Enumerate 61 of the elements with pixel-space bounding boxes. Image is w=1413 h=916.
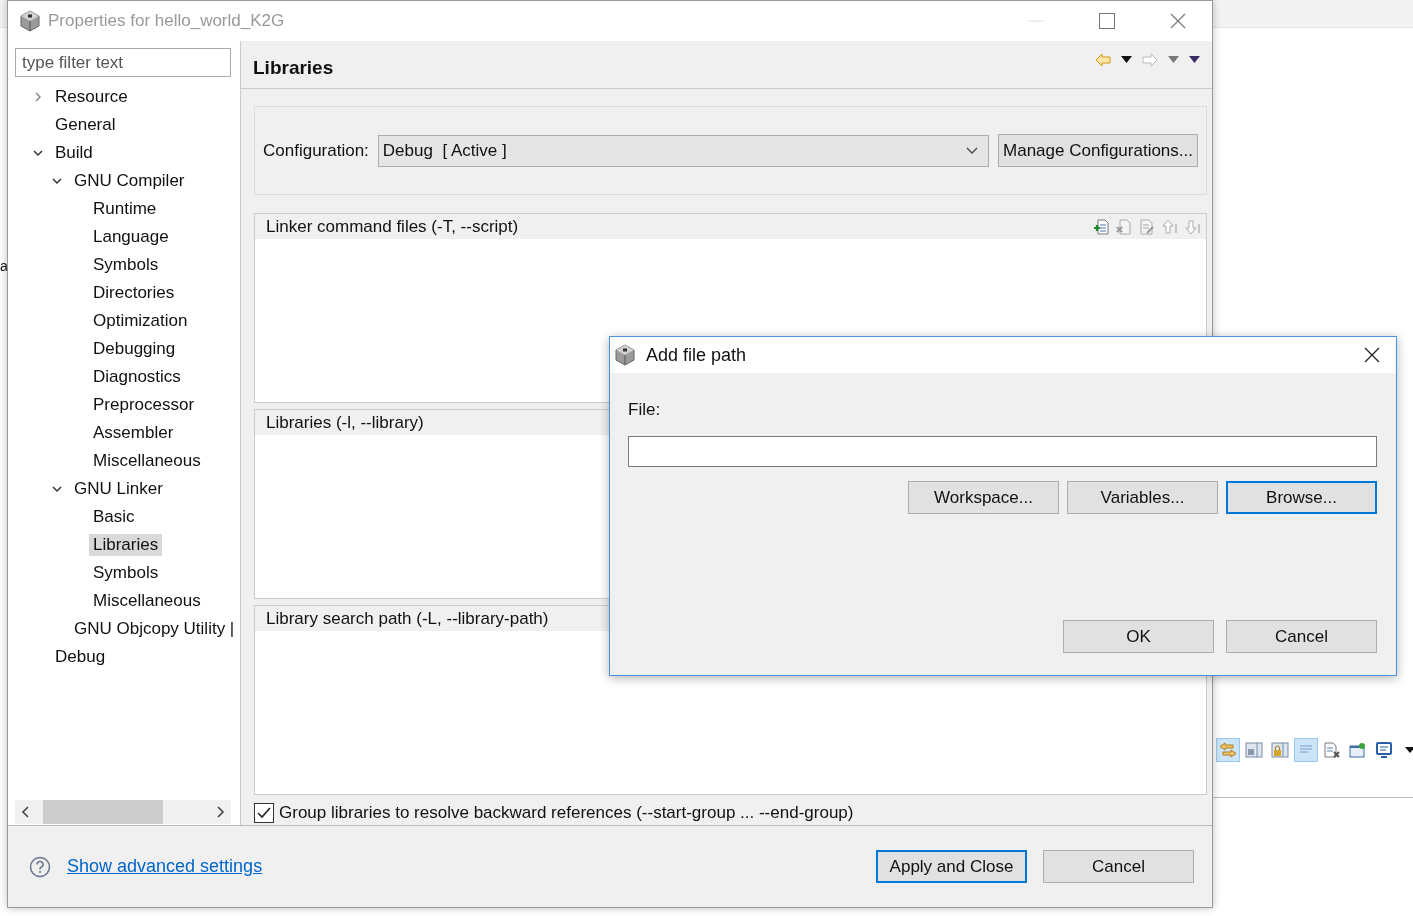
advanced-settings-link[interactable]: Show advanced settings (67, 856, 263, 877)
configuration-dropdown[interactable]: Debug [ Active ] (377, 134, 990, 167)
scroll-left-icon[interactable] (21, 806, 31, 818)
cancel-button[interactable]: Cancel (1043, 850, 1194, 883)
page-title: Libraries (253, 56, 334, 79)
checkbox[interactable] (254, 803, 274, 823)
add-file-icon[interactable] (1093, 218, 1109, 235)
tree-item[interactable]: GNU Linker (70, 478, 167, 500)
chevron-down-icon[interactable] (51, 483, 63, 495)
tree-item[interactable]: Libraries (89, 534, 163, 556)
configuration-label: Configuration: (263, 140, 369, 161)
tree-item[interactable]: Build (51, 142, 97, 164)
tree-item[interactable]: Language (89, 226, 173, 248)
tree-item[interactable]: GNU Compiler (70, 170, 189, 192)
tree-item[interactable]: Debugging (89, 338, 180, 360)
browse-button[interactable]: Variables... (1067, 481, 1218, 514)
chevron-down-icon[interactable] (32, 147, 44, 159)
tree-item[interactable]: Assembler (89, 422, 178, 444)
help-icon[interactable] (29, 855, 51, 878)
dropdown-icon[interactable] (1121, 56, 1132, 63)
cancel-button[interactable]: Cancel (1226, 620, 1377, 653)
tree-item[interactable]: Resource (51, 86, 132, 108)
dialog-title: Add file path (646, 344, 747, 366)
tree-item[interactable]: Optimization (89, 310, 192, 332)
horizontal-scrollbar[interactable] (15, 800, 231, 824)
maximize-icon[interactable] (1099, 13, 1115, 29)
chevron-down-icon[interactable] (966, 146, 979, 155)
tree-item[interactable]: GNU Objcopy Utility | (70, 618, 239, 640)
tree-item[interactable]: Symbols (89, 562, 163, 584)
tree-item[interactable]: Symbols (89, 254, 163, 276)
tree-item[interactable]: Debug (51, 646, 110, 668)
manage-configurations-button[interactable]: Manage Configurations... (998, 134, 1198, 167)
cube-icon (19, 10, 41, 32)
browse-button[interactable]: Browse... (1226, 481, 1377, 514)
section-title: Libraries (-l, --library) (266, 412, 424, 433)
file-input-field[interactable] (628, 436, 1377, 467)
chevron-right-icon[interactable] (32, 91, 44, 103)
ok-button[interactable]: OK (1063, 620, 1214, 653)
cube-icon (614, 344, 636, 366)
tree-item[interactable]: Miscellaneous (89, 450, 205, 472)
close-icon[interactable] (1364, 347, 1380, 363)
tree-item[interactable]: Basic (89, 506, 139, 528)
tree-item[interactable]: Runtime (89, 198, 161, 220)
tree-item[interactable]: General (51, 114, 120, 136)
tree-item[interactable]: Miscellaneous (89, 590, 205, 612)
apply-and-close-button[interactable]: Apply and Close (876, 850, 1027, 883)
browse-button[interactable]: Workspace... (908, 481, 1059, 514)
checkbox-label: Group libraries to resolve backward references (--start-group ... --end-group) (279, 803, 854, 823)
tree-item[interactable]: Preprocessor (89, 394, 199, 416)
chevron-down-icon[interactable] (51, 175, 63, 187)
window-title: Properties for hello_world_K2G (48, 11, 285, 31)
scroll-right-icon[interactable] (215, 806, 225, 818)
tree-item[interactable]: Directories (89, 282, 179, 304)
sync-icon[interactable] (1216, 738, 1240, 762)
file-label: File: (628, 400, 662, 420)
filter-field[interactable]: type filter text (15, 48, 231, 77)
section-title: Linker command files (-T, --script) (266, 216, 519, 237)
tree-item[interactable]: Diagnostics (89, 366, 185, 388)
view-menu-icon[interactable] (1189, 56, 1200, 63)
background-text: a (0, 258, 8, 274)
section-title: Library search path (-L, --library-path) (266, 608, 549, 629)
